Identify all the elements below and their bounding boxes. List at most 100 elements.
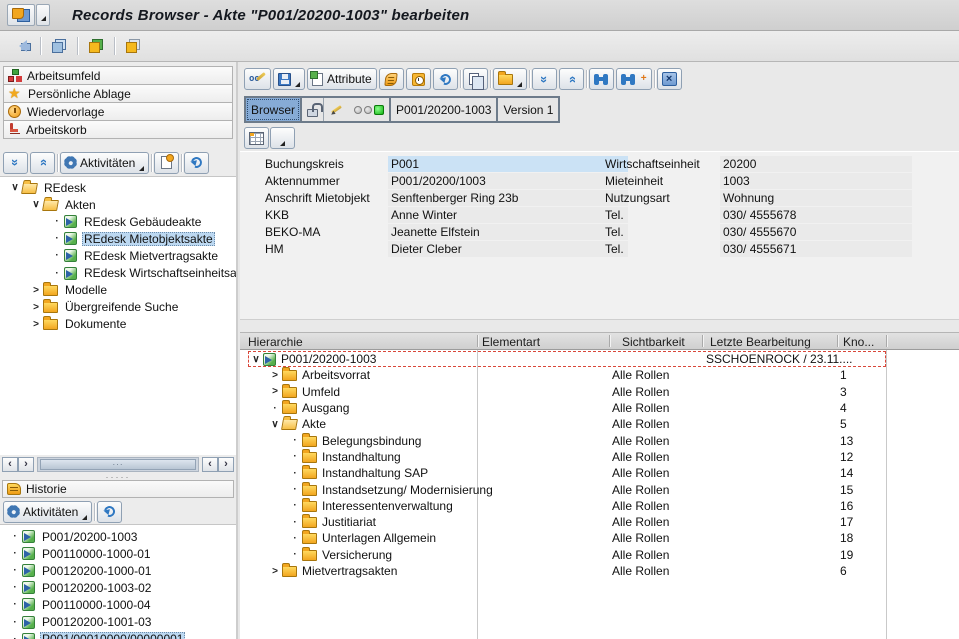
refresh-button[interactable] — [184, 152, 209, 174]
expander-icon[interactable]: · — [288, 533, 302, 544]
expander-icon[interactable]: · — [268, 403, 282, 414]
attribute-value[interactable]: P001/20200/1003 — [388, 173, 628, 189]
expander-icon[interactable]: > — [29, 302, 43, 313]
new-session-button[interactable] — [47, 34, 71, 58]
history-refresh-button[interactable] — [97, 501, 122, 523]
history-item[interactable]: · P001/20200-1003 — [0, 528, 236, 545]
layout-dropdown-button[interactable] — [270, 127, 295, 149]
tree-item[interactable]: ∨ Akten — [0, 196, 236, 213]
scroll-right-button[interactable]: › — [18, 457, 34, 472]
hierarchy-row[interactable]: · Unterlagen Allgemein Alle Rollen 18 — [248, 530, 886, 546]
expander-icon[interactable]: · — [288, 517, 302, 528]
find-button[interactable] — [589, 68, 614, 90]
edit-button[interactable] — [324, 98, 349, 121]
expander-icon[interactable]: · — [288, 451, 302, 462]
expander-icon[interactable]: · — [50, 233, 64, 244]
hierarchy-row[interactable]: ∨ P001/20200-1003 SSCHOENROCK / 23.11...… — [248, 351, 886, 367]
tree-item[interactable]: > Modelle — [0, 282, 236, 299]
expander-icon[interactable]: > — [268, 386, 282, 397]
expander-icon[interactable]: · — [50, 268, 64, 279]
hierarchy-row[interactable]: ∨ Akte Alle Rollen 5 — [248, 416, 886, 432]
history-item[interactable]: · P00120200-1001-03 — [0, 613, 236, 630]
scroll-left-button[interactable]: ‹ — [202, 457, 218, 472]
history-item[interactable]: · P00110000-1000-01 — [0, 545, 236, 562]
expander-icon[interactable]: · — [288, 549, 302, 560]
column-divider[interactable] — [477, 335, 478, 347]
history-item[interactable]: · P00110000-1000-04 — [0, 596, 236, 613]
activities-button[interactable]: Aktivitäten — [60, 152, 149, 174]
expander-icon[interactable]: · — [288, 500, 302, 511]
expand-all-button[interactable]: » — [3, 152, 28, 174]
attribute-value[interactable]: Wohnung — [720, 190, 912, 206]
attribute-value[interactable]: 1003 — [720, 173, 912, 189]
attribute-value[interactable]: 030/ 4555671 — [720, 241, 912, 257]
attribute-value[interactable]: 20200 — [720, 156, 912, 172]
tree-item[interactable]: · REdesk Gebäudeakte — [0, 213, 236, 230]
expander-icon[interactable]: ∨ — [8, 182, 22, 193]
hierarchy-row[interactable]: · Versicherung Alle Rollen 19 — [248, 547, 886, 563]
history-header[interactable]: Historie — [2, 480, 234, 498]
copy-button[interactable] — [463, 68, 488, 90]
hierarchy-row[interactable]: · Belegungsbindung Alle Rollen 13 — [248, 432, 886, 448]
panel-splitter[interactable]: ····· — [0, 473, 236, 480]
history-activities-button[interactable]: Aktivitäten — [3, 501, 92, 523]
expander-icon[interactable]: · — [288, 484, 302, 495]
expander-icon[interactable]: · — [50, 216, 64, 227]
browser-mode-badge[interactable]: Browser — [246, 98, 300, 121]
transaction-menu-button[interactable] — [7, 4, 35, 26]
find-next-button[interactable]: + — [616, 68, 652, 90]
save-button[interactable] — [273, 68, 305, 90]
single-window-button[interactable] — [121, 34, 145, 58]
expander-icon[interactable]: > — [29, 285, 43, 296]
column-divider[interactable] — [837, 335, 838, 347]
attribute-value[interactable]: 030/ 4555678 — [720, 207, 912, 223]
back-button[interactable] — [10, 34, 34, 58]
hierarchy-row[interactable]: · Ausgang Alle Rollen 4 — [248, 400, 886, 416]
hierarchy-row[interactable]: · Instandsetzung/ Modernisierung Alle Ro… — [248, 481, 886, 497]
hierarchy-row[interactable]: · Instandhaltung SAP Alle Rollen 14 — [248, 465, 886, 481]
column-header-sichtbarkeit[interactable]: Sichtbarkeit — [622, 335, 685, 349]
expander-icon[interactable]: > — [268, 566, 282, 577]
column-header-hierarchie[interactable]: Hierarchie — [248, 335, 303, 349]
column-divider[interactable] — [702, 335, 703, 347]
hierarchy-row[interactable]: > Arbeitsvorrat Alle Rollen 1 — [248, 367, 886, 383]
collapse-all-button[interactable]: » — [559, 68, 584, 90]
expand-all-button[interactable]: » — [532, 68, 557, 90]
scroll-right-button[interactable]: › — [218, 457, 234, 472]
attribute-value[interactable]: 030/ 4555670 — [720, 224, 912, 240]
collapse-all-button[interactable]: » — [30, 152, 55, 174]
create-button[interactable] — [154, 152, 179, 174]
column-header-elementart[interactable]: Elementart — [482, 335, 540, 349]
hierarchy-row[interactable]: · Justitiariat Alle Rollen 17 — [248, 514, 886, 530]
expander-icon[interactable]: > — [29, 319, 43, 330]
column-header-letzte-bearbeitung[interactable]: Letzte Bearbeitung — [710, 335, 811, 349]
tree-item[interactable]: ∨ REdesk — [0, 179, 236, 196]
expander-icon[interactable]: · — [288, 435, 302, 446]
folder-button[interactable] — [493, 68, 527, 90]
schedule-button[interactable] — [406, 68, 431, 90]
expander-icon[interactable]: · — [50, 250, 64, 261]
attribute-value[interactable]: Anne Winter — [388, 207, 628, 223]
tree-item[interactable]: > Übergreifende Suche — [0, 299, 236, 316]
display-change-button[interactable] — [244, 68, 271, 90]
titlebar-dropdown-button[interactable] — [36, 4, 50, 26]
attribute-button[interactable]: Attribute — [307, 68, 377, 90]
expander-icon[interactable]: ∨ — [268, 419, 282, 430]
scroll-left-button[interactable]: ‹ — [2, 457, 18, 472]
hierarchy-row[interactable]: · Instandhaltung Alle Rollen 12 — [248, 449, 886, 465]
scrollbar-track[interactable]: ··· — [37, 457, 199, 472]
sidebar-nav-button[interactable]: Persönliche Ablage — [3, 84, 233, 103]
expander-icon[interactable]: ∨ — [29, 199, 43, 210]
column-header-knoten[interactable]: Kno... — [843, 335, 874, 349]
tree-item[interactable]: · REdesk Mietvertragsakte — [0, 247, 236, 264]
attribute-value[interactable]: P001 — [388, 156, 628, 172]
layout-button[interactable] — [244, 127, 269, 149]
column-divider[interactable] — [609, 335, 610, 347]
expander-icon[interactable]: · — [288, 468, 302, 479]
create-shortcut-button[interactable] — [84, 34, 108, 58]
expander-icon[interactable]: > — [268, 370, 282, 381]
tree-item[interactable]: · REdesk Mietobjektsakte — [0, 230, 236, 247]
hierarchy-row[interactable]: > Mietvertragsakten Alle Rollen 6 — [248, 563, 886, 579]
attribute-value[interactable]: Jeanette Elfstein — [388, 224, 628, 240]
history-item[interactable]: · P001/00010000/00000001 — [0, 631, 236, 639]
